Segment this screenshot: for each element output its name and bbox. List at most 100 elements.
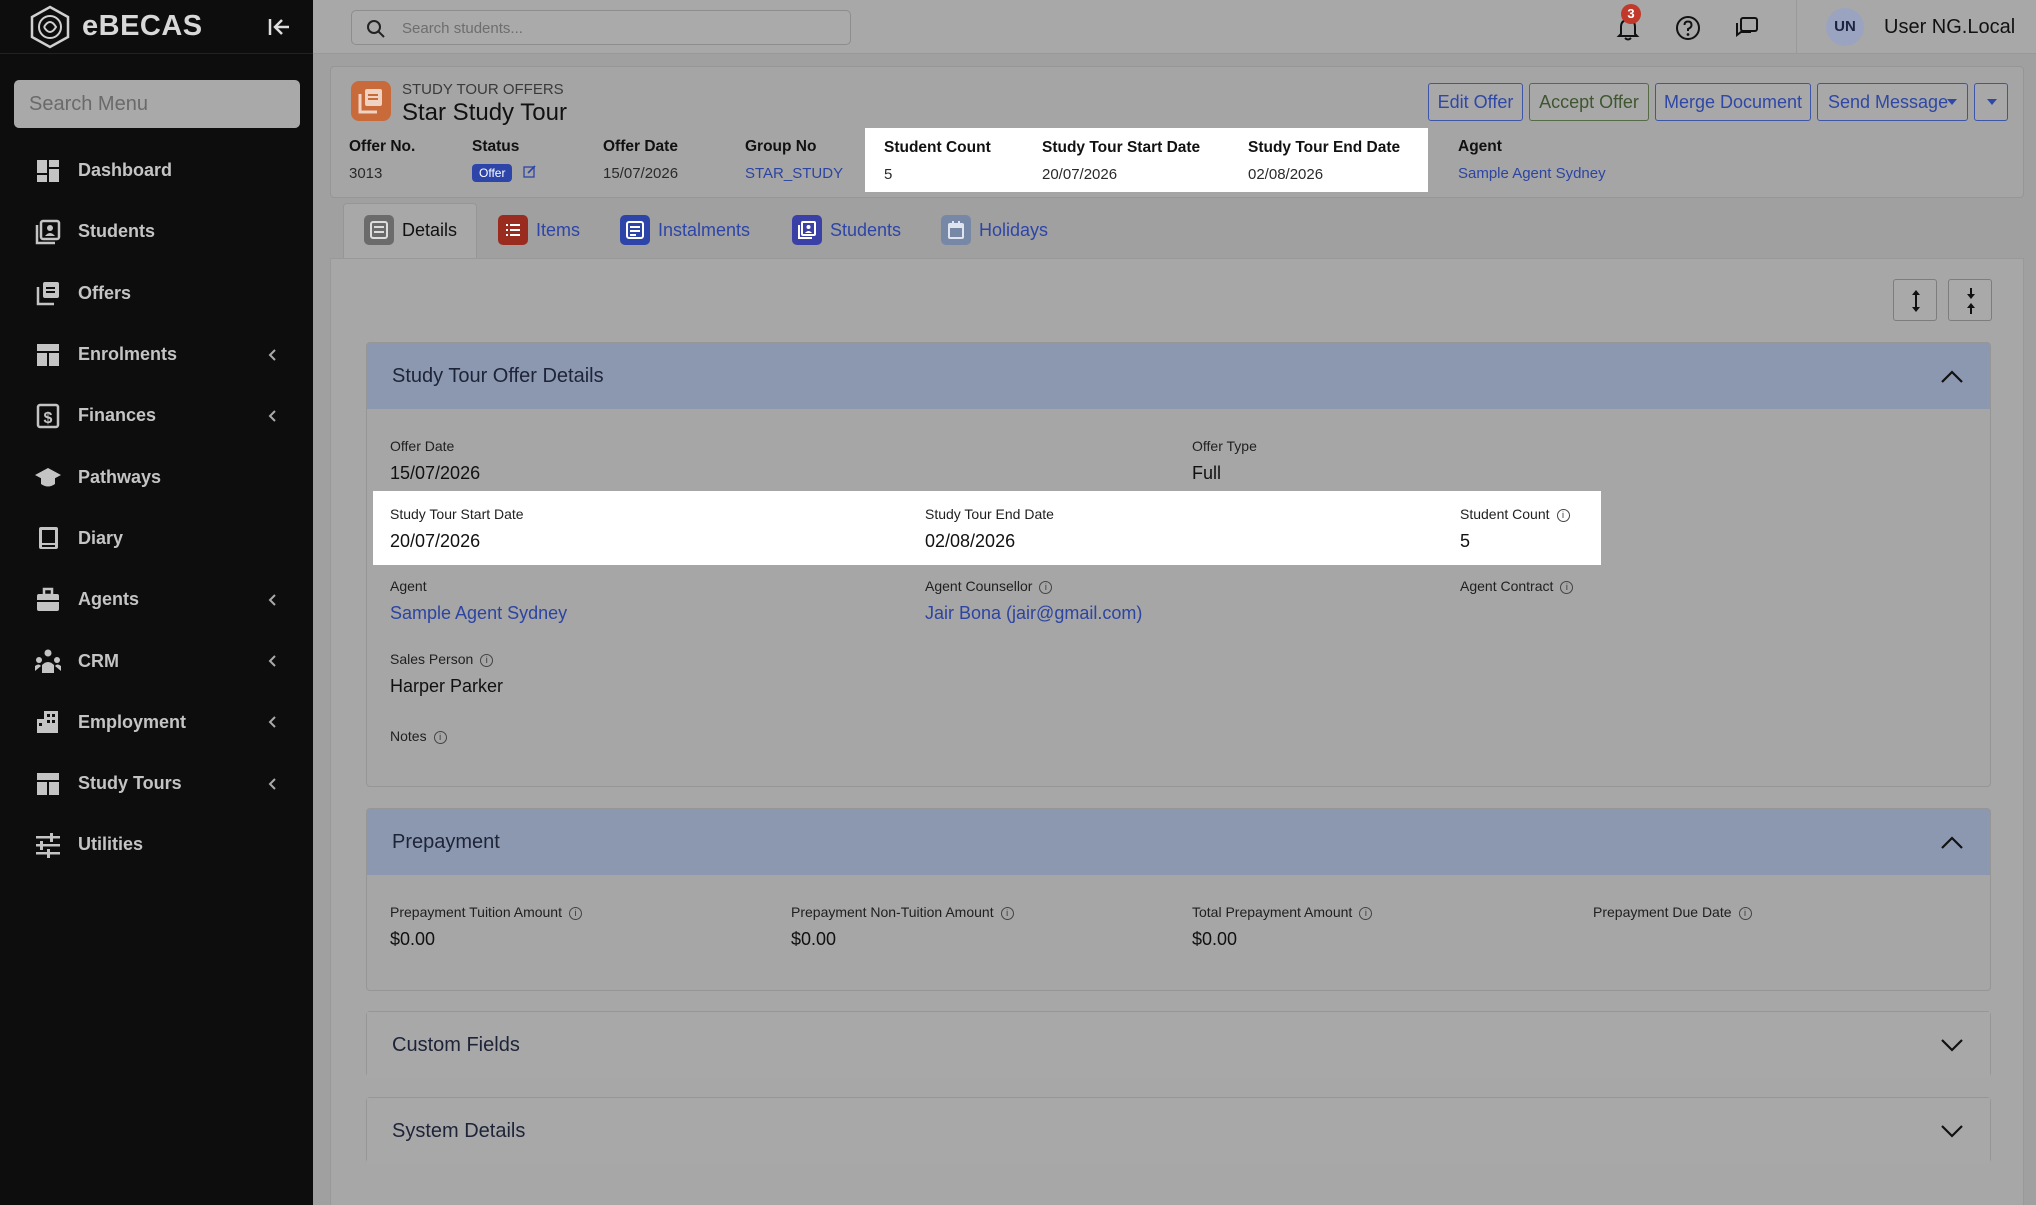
section-header[interactable]: Study Tour Offer Details xyxy=(367,343,1990,409)
header-student-count-value: 5 xyxy=(884,166,893,183)
help-icon[interactable] xyxy=(1674,14,1702,42)
section-header[interactable]: System Details xyxy=(367,1098,1990,1164)
edit-status-icon[interactable] xyxy=(523,165,536,178)
sidebar-item-employment[interactable]: Employment xyxy=(0,692,313,753)
edit-offer-button[interactable]: Edit Offer xyxy=(1428,83,1523,121)
tab-instalments[interactable]: Instalments xyxy=(620,202,750,258)
collapse-all-button[interactable] xyxy=(1948,279,1992,321)
avatar[interactable]: UN xyxy=(1826,8,1864,46)
items-tab-icon xyxy=(498,215,528,245)
info-icon[interactable]: i xyxy=(433,731,447,744)
field-label: Agent Counsellor xyxy=(925,578,1033,594)
info-icon[interactable]: i xyxy=(1359,907,1373,920)
student-search-input[interactable]: Search students... xyxy=(351,10,851,45)
header-agent-link[interactable]: Sample Agent Sydney xyxy=(1458,165,1606,182)
sidebar-item-utilities[interactable]: Utilities xyxy=(0,814,313,875)
sidebar-item-label: Offers xyxy=(78,282,132,303)
sidebar-item-label: Study Tours xyxy=(78,773,182,794)
agents-icon xyxy=(37,587,59,611)
sidebar-item-agents[interactable]: Agents xyxy=(0,569,313,630)
field-value: $0.00 xyxy=(791,929,837,949)
merge-document-button[interactable]: Merge Document xyxy=(1655,83,1811,121)
info-icon[interactable]: i xyxy=(1738,907,1752,920)
holidays-tab-icon xyxy=(941,215,971,245)
field-label: Prepayment Non-Tuition Amount xyxy=(791,904,994,920)
sidebar-item-pathways[interactable]: Pathways xyxy=(0,446,313,507)
agent-counsellor-link[interactable]: Jair Bona (jair@gmail.com) xyxy=(925,603,1142,624)
detail-sales-person: Sales Person i Harper Parker xyxy=(390,651,503,697)
sidebar-item-label: Agents xyxy=(78,589,140,610)
accept-offer-button[interactable]: Accept Offer xyxy=(1529,83,1649,121)
tab-students[interactable]: Students xyxy=(792,202,901,258)
send-message-button[interactable]: Send Message xyxy=(1817,83,1968,121)
collapse-sidebar-icon[interactable] xyxy=(264,12,294,42)
user-name[interactable]: User NG.Local xyxy=(1884,16,2015,39)
send-message-label: Send Message xyxy=(1828,92,1949,112)
sidebar-item-label: Utilities xyxy=(78,834,144,855)
sidebar-item-diary[interactable]: Diary xyxy=(0,508,313,569)
agent-link[interactable]: Sample Agent Sydney xyxy=(390,603,567,624)
tab-label: Details xyxy=(402,219,458,240)
instalments-tab-icon xyxy=(620,215,650,245)
info-icon[interactable]: i xyxy=(569,907,582,920)
sidebar-item-offers[interactable]: Offers xyxy=(0,263,313,324)
field-value: $0.00 xyxy=(390,929,436,949)
expand-all-button[interactable] xyxy=(1893,279,1937,321)
prepayment-due-date: Prepayment Due Date i xyxy=(1593,904,1752,920)
detail-notes: Notes i xyxy=(390,728,447,744)
section-header[interactable]: Custom Fields xyxy=(367,1012,1990,1078)
diary-icon xyxy=(39,527,58,550)
sidebar-item-enrolments[interactable]: Enrolments xyxy=(0,324,313,385)
chevron-up-icon[interactable] xyxy=(1940,367,1964,385)
notification-badge: 3 xyxy=(1621,4,1641,24)
info-icon[interactable]: i xyxy=(1556,509,1570,522)
field-label: Offer Type xyxy=(1192,438,1257,454)
sidebar-item-students[interactable]: Students xyxy=(0,201,313,262)
field-label: Notes xyxy=(390,728,427,744)
chevron-left-icon xyxy=(268,716,276,729)
expand-vertical-icon xyxy=(1912,290,1920,312)
chevron-down-icon[interactable] xyxy=(1940,1122,1964,1140)
details-tab-icon xyxy=(364,215,394,245)
caret-down-icon xyxy=(1987,99,1997,105)
info-icon[interactable]: i xyxy=(1560,581,1574,594)
svg-text:$: $ xyxy=(44,410,53,427)
info-icon[interactable]: i xyxy=(480,654,494,667)
section-header[interactable]: Prepayment xyxy=(367,809,1990,875)
offers-icon xyxy=(36,282,59,306)
menu-search-input[interactable] xyxy=(14,80,300,128)
page-title: Star Study Tour xyxy=(402,99,567,126)
header-group-no-label: Group No xyxy=(745,138,817,155)
sidebar-item-finances[interactable]: $ Finances xyxy=(0,385,313,446)
header-kicker: STUDY TOUR OFFERS xyxy=(402,81,564,98)
detail-agent-counsellor: Agent Counsellor i Jair Bona (jair@gmail.… xyxy=(925,578,1142,624)
search-placeholder: Search students... xyxy=(402,20,523,37)
group-no-link[interactable]: STAR_STUDY xyxy=(745,165,843,182)
section-title: Custom Fields xyxy=(392,1033,520,1056)
chevron-down-icon[interactable] xyxy=(1940,1036,1964,1054)
tab-items[interactable]: Items xyxy=(498,202,580,258)
prepayment-tuition: Prepayment Tuition Amount i $0.00 xyxy=(390,904,582,950)
ebecas-logo-icon xyxy=(30,5,70,48)
field-value: 20/07/2026 xyxy=(390,531,481,551)
chat-icon[interactable] xyxy=(1733,14,1761,42)
header-agent-label: Agent xyxy=(1458,138,1502,155)
pathways-icon xyxy=(35,468,61,487)
sidebar-item-study-tours[interactable]: Study Tours xyxy=(0,753,313,814)
sidebar-item-dashboard[interactable]: Dashboard xyxy=(0,140,313,201)
sidebar-item-crm[interactable]: CRM xyxy=(0,630,313,691)
more-actions-dropdown[interactable] xyxy=(1974,83,2008,121)
prepayment-section: Prepayment xyxy=(366,808,1991,991)
info-icon[interactable]: i xyxy=(1000,907,1014,920)
students-icon xyxy=(35,219,61,245)
tab-holidays[interactable]: Holidays xyxy=(941,202,1048,258)
info-icon[interactable]: i xyxy=(1039,581,1053,594)
app-name: eBECAS xyxy=(82,10,203,42)
header-student-count: Student Count 5 xyxy=(884,139,991,183)
tab-details[interactable]: Details xyxy=(364,202,457,258)
system-details-section: System Details xyxy=(366,1097,1991,1164)
header-status: Status Offer xyxy=(472,138,536,182)
header-start-date-label: Study Tour Start Date xyxy=(1042,139,1201,156)
chevron-up-icon[interactable] xyxy=(1940,833,1964,851)
field-label: Agent Contract xyxy=(1460,578,1554,594)
